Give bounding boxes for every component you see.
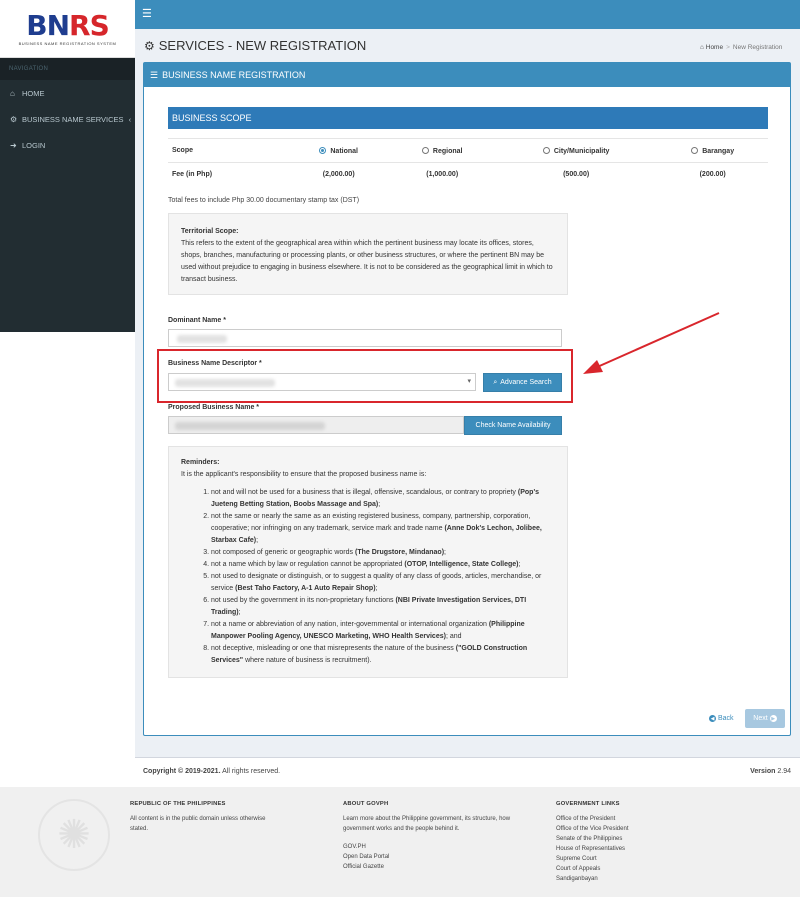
arrow-left-icon: ◀: [709, 715, 716, 722]
fee-national: (2,000.00): [288, 162, 390, 187]
sidebar-item-home[interactable]: ⌂ HOME: [0, 80, 135, 106]
radio-national[interactable]: [319, 146, 327, 154]
logo-mark: BNRS: [26, 8, 110, 42]
radio-city[interactable]: [542, 146, 550, 154]
footer-link[interactable]: Office of the President: [556, 814, 716, 824]
reminders-intro: It is the applicant's responsibility to …: [181, 471, 427, 478]
list-item: not deceptive, misleading or one that mi…: [211, 643, 555, 667]
footer-link[interactable]: GOV.PH: [343, 842, 513, 852]
version-text: Version 2.94: [750, 768, 791, 775]
list-icon: ☰: [150, 69, 159, 80]
footer-link[interactable]: Open Data Portal: [343, 852, 513, 862]
breadcrumb: ⌂ Home > New Registration: [700, 44, 783, 51]
list-item: not the same or nearly the same as an ex…: [211, 511, 555, 547]
footer-link[interactable]: Supreme Court: [556, 854, 716, 864]
gears-icon: ⚙: [144, 38, 155, 53]
republic-seal-icon: ✺: [38, 799, 110, 871]
reminders-note: Reminders: It is the applicant's respons…: [168, 446, 568, 678]
panel-title: BUSINESS NAME REGISTRATION: [162, 70, 306, 80]
scope-option-national[interactable]: National: [288, 138, 390, 163]
highlight-box: [157, 349, 573, 403]
sidebar-item-business-name-services[interactable]: ⚙ BUSINESS NAME SERVICES ‹: [0, 106, 135, 132]
breadcrumb-home[interactable]: Home: [706, 44, 723, 51]
panel-header: ☰ BUSINESS NAME REGISTRATION: [144, 63, 790, 87]
sidebar-item-label: HOME: [22, 88, 45, 98]
scope-label: Scope: [168, 138, 288, 163]
footer-heading: REPUBLIC OF THE PHILIPPINES: [130, 801, 226, 807]
territorial-title: Territorial Scope:: [181, 228, 239, 235]
sidebar: BNRS BUSINESS NAME REGISTRATION SYSTEM N…: [0, 0, 135, 332]
nav-header: NAVIGATION: [0, 58, 135, 80]
home-icon: ⌂: [10, 88, 15, 98]
territorial-scope-note: Territorial Scope: This refers to the ex…: [168, 213, 568, 295]
check-name-availability-button[interactable]: Check Name Availability: [464, 416, 562, 435]
chevron-left-icon: ‹: [128, 114, 132, 124]
footer-link[interactable]: Official Gazette: [343, 862, 513, 872]
footer-link[interactable]: Senate of the Philippines: [556, 834, 716, 844]
page-title: ⚙ SERVICES - NEW REGISTRATION: [144, 38, 366, 53]
page-title-text: SERVICES - NEW REGISTRATION: [158, 38, 367, 53]
footer-link[interactable]: Office of the Vice President: [556, 824, 716, 834]
bnrs-logo[interactable]: BNRS BUSINESS NAME REGISTRATION SYSTEM: [0, 0, 135, 58]
fee-regional: (1,000.00): [389, 162, 495, 187]
sidebar-item-label: LOGIN: [22, 140, 46, 150]
fees-note: Total fees to include Php 30.00 document…: [168, 197, 360, 204]
fee-label: Fee (in Php): [168, 162, 288, 187]
sidebar-item-label: BUSINESS NAME SERVICES: [22, 114, 124, 124]
copyright-bar: Copyright © 2019-2021. All rights reserv…: [135, 757, 800, 787]
fee-barangay: (200.00): [657, 162, 768, 187]
table-row: Scope National Regional City/Municipalit…: [168, 138, 768, 163]
next-button[interactable]: Next ▶: [745, 709, 785, 728]
scope-option-regional[interactable]: Regional: [389, 138, 495, 163]
radio-barangay[interactable]: [691, 146, 699, 154]
list-item: not a name which by law or regulation ca…: [211, 559, 555, 571]
scope-option-city[interactable]: City/Municipality: [495, 138, 658, 163]
business-scope-heading: BUSINESS SCOPE: [168, 107, 768, 129]
table-row: Fee (in Php) (2,000.00) (1,000.00) (500.…: [168, 162, 768, 187]
territorial-body: This refers to the extent of the geograp…: [181, 240, 553, 283]
sign-in-icon: ➜: [10, 140, 17, 150]
reminders-list: not and will not be used for a business …: [203, 487, 555, 667]
footer-link[interactable]: Sandiganbayan: [556, 874, 716, 884]
home-icon: ⌂: [700, 44, 704, 51]
footer-col-gov-links: GOVERNMENT LINKS Office of the President…: [556, 799, 716, 884]
footer-text: All content is in the public domain unle…: [130, 816, 266, 832]
logo-subtitle: BUSINESS NAME REGISTRATION SYSTEM: [18, 40, 117, 46]
footer-text: Learn more about the Philippine governme…: [343, 816, 511, 832]
dominant-name-input[interactable]: [168, 329, 562, 347]
list-item: not and will not be used for a business …: [211, 487, 555, 511]
footer-link[interactable]: Court of Appeals: [556, 864, 716, 874]
list-item: not used by the government in its non-pr…: [211, 595, 555, 619]
footer-heading: ABOUT GOVPH: [343, 801, 389, 807]
gov-footer: ✺ REPUBLIC OF THE PHILIPPINES All conten…: [0, 787, 800, 897]
footer-col-republic: REPUBLIC OF THE PHILIPPINES All content …: [130, 799, 270, 834]
scope-table: Scope National Regional City/Municipalit…: [168, 138, 768, 187]
proposed-name-label: Proposed Business Name *: [168, 404, 260, 411]
list-item: not a name or abbreviation of any nation…: [211, 619, 555, 643]
back-button[interactable]: ◀ Back: [709, 715, 734, 722]
reminders-title: Reminders:: [181, 459, 220, 466]
arrow-right-icon: ▶: [769, 715, 777, 722]
annotation-arrow: [583, 312, 720, 374]
copyright-text: Copyright © 2019-2021. All rights reserv…: [143, 768, 281, 775]
menu-toggle-icon[interactable]: ☰: [142, 7, 152, 20]
breadcrumb-current: New Registration: [732, 44, 783, 51]
list-item: not used to designate or distinguish, or…: [211, 571, 555, 595]
sidebar-item-login[interactable]: ➜ LOGIN: [0, 132, 135, 158]
radio-regional[interactable]: [421, 146, 429, 154]
footer-heading: GOVERNMENT LINKS: [556, 801, 620, 807]
fee-city: (500.00): [495, 162, 658, 187]
footer-link[interactable]: House of Representatives: [556, 844, 716, 854]
proposed-name-input[interactable]: [168, 416, 464, 434]
dominant-name-label: Dominant Name *: [168, 317, 226, 324]
footer-col-about: ABOUT GOVPH Learn more about the Philipp…: [343, 799, 513, 872]
top-navbar: ☰: [135, 0, 800, 29]
scope-option-barangay[interactable]: Barangay: [657, 138, 768, 163]
gears-icon: ⚙: [10, 114, 18, 124]
list-item: not composed of generic or geographic wo…: [211, 547, 555, 559]
